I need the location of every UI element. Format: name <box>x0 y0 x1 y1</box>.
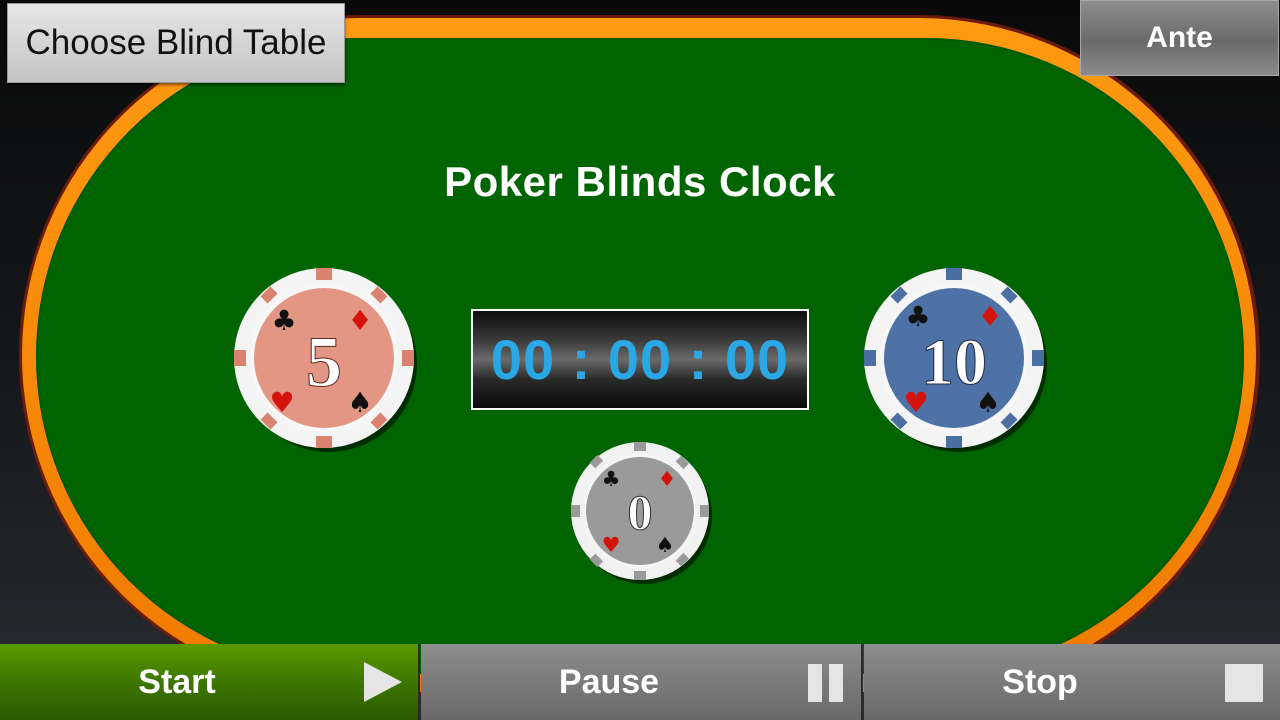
heart-icon: ♥ <box>269 386 294 419</box>
pause-label: Pause <box>558 662 660 701</box>
stop-button[interactable]: Stop <box>864 644 1280 720</box>
start-button[interactable]: Start <box>0 644 420 720</box>
control-bar: Start Pause Stop <box>0 644 1280 720</box>
choose-blind-table-button[interactable]: Choose Blind Table <box>7 3 345 83</box>
ante-chip: 0 ♣ ♦ ♥ ♠ <box>569 440 713 584</box>
start-label: Start <box>138 662 216 701</box>
spade-icon: ♠ <box>975 386 1000 419</box>
timer-display: 00 : 00 : 00 <box>471 309 809 410</box>
pause-button[interactable]: Pause <box>421 644 863 720</box>
small-blind-chip: 5 ♣ ♦ ♥ ♠ <box>232 266 418 452</box>
stop-icon <box>1225 664 1263 702</box>
screen: Poker Blinds Clock 5 ♣ ♦ ♥ ♠ 10 ♣ ♦ ♥ ♠ … <box>0 0 1280 720</box>
club-icon: ♣ <box>905 300 930 333</box>
club-icon: ♣ <box>271 304 296 337</box>
club-icon: ♣ <box>602 467 621 491</box>
diamond-icon: ♦ <box>347 304 372 337</box>
page-title: Poker Blinds Clock <box>444 158 836 205</box>
big-blind-chip: 10 ♣ ♦ ♥ ♠ <box>862 266 1048 452</box>
play-icon <box>364 662 402 702</box>
diamond-icon: ♦ <box>658 467 677 491</box>
spade-icon: ♠ <box>347 386 372 419</box>
heart-icon: ♥ <box>602 533 621 557</box>
spade-icon: ♠ <box>656 533 675 557</box>
heart-icon: ♥ <box>903 386 928 419</box>
small-blind-value: 5 <box>306 322 342 402</box>
diamond-icon: ♦ <box>977 300 1002 333</box>
ante-button[interactable]: Ante <box>1080 0 1279 76</box>
ante-value: 0 <box>628 484 653 540</box>
pause-icon <box>808 664 843 702</box>
stop-label: Stop <box>1002 662 1078 701</box>
